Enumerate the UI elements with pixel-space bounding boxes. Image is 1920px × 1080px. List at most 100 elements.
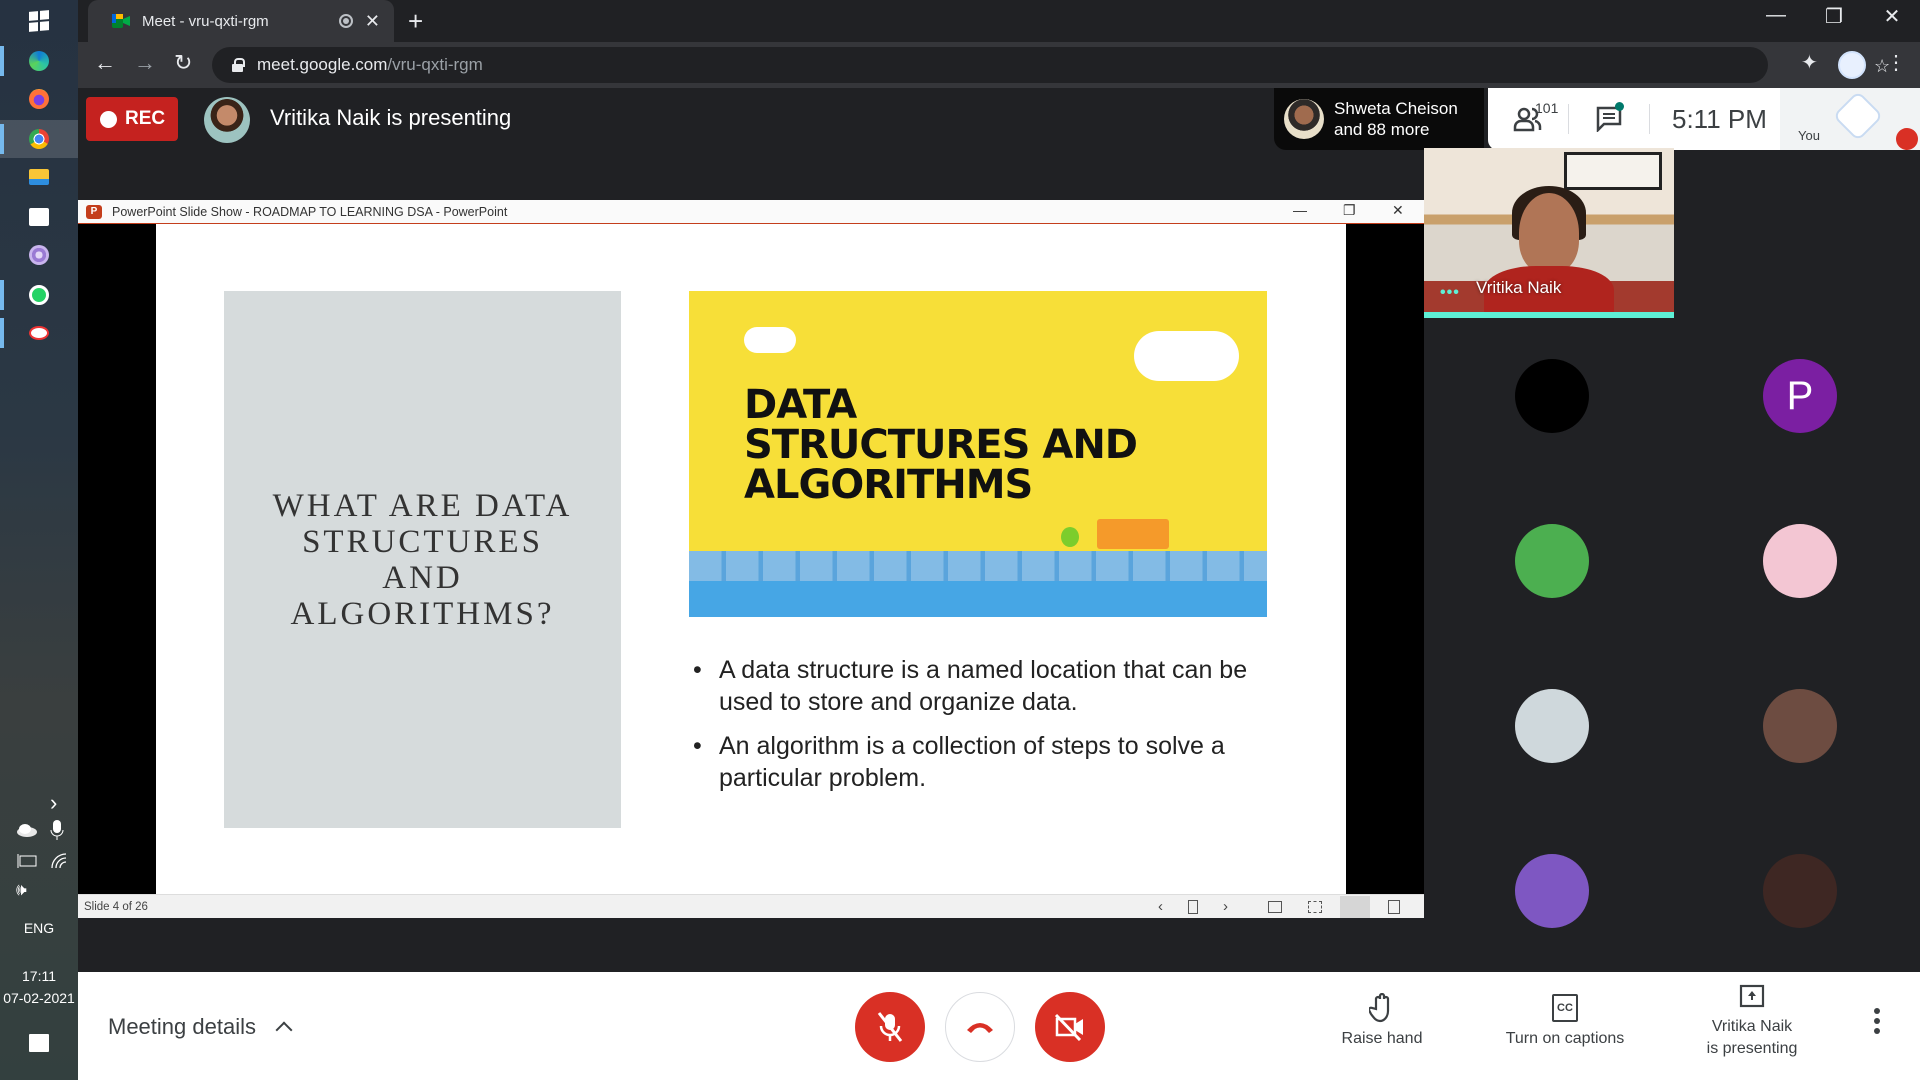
reload-button[interactable]: ↻ [174,50,192,76]
participant-avatar [1284,99,1324,139]
participant-name: Shweta Cheison [1334,99,1458,118]
boombox-icon [1097,519,1169,549]
coconut-drink-icon [1061,527,1079,547]
hang-up-icon [967,1023,993,1033]
participant-tile-avatar[interactable] [1763,689,1837,763]
camera-toggle-button[interactable] [1035,992,1105,1062]
new-tab-button[interactable]: + [408,6,423,37]
windows-start-button[interactable] [0,2,78,40]
window-minimize-button[interactable]: — [1751,4,1801,27]
folder-icon [29,169,49,185]
illustration-title-line: ALGORITHMS [744,462,1033,508]
url-host: meet.google.com [257,55,388,74]
participant-tile-avatar[interactable] [1515,854,1589,928]
microphone-toggle-button[interactable] [855,992,925,1062]
next-slide-button[interactable]: › [1223,898,1228,915]
volume-icon[interactable]: 🕪 [16,880,27,900]
ppt-restore-button[interactable]: ❐ [1343,202,1356,219]
ppt-minimize-button[interactable]: — [1293,202,1307,218]
store-icon [29,208,49,226]
taskbar-whatsapp[interactable] [0,276,78,314]
language-indicator[interactable]: ENG [0,920,78,936]
participant-tile-avatar[interactable] [1515,524,1589,598]
taskbar-firefox[interactable] [0,80,78,118]
cloud-icon [744,327,796,353]
clock-time[interactable]: 17:11 [0,968,78,984]
address-bar[interactable]: meet.google.com/vru-qxti-rgm ■ ☆ [212,47,1890,83]
extensions-icon[interactable]: ✦ [1801,50,1818,75]
window-maximize-button[interactable]: ❐ [1809,4,1859,29]
slideshow-view-icon[interactable] [1388,900,1400,914]
browser-toolbar: ← → ↻ meet.google.com/vru-qxti-rgm ■ ☆ ✦… [78,42,1920,88]
chrome-icon [29,129,49,149]
clock-date[interactable]: 07-02-2021 [0,990,78,1006]
onedrive-icon[interactable] [16,823,38,837]
illustration-title-line: STRUCTURES AND [744,422,1138,468]
forward-button[interactable]: → [134,50,156,76]
participant-tile-avatar[interactable] [1763,854,1837,928]
featured-participant-tile[interactable]: ••• Vritika Naik [1424,148,1674,314]
previous-slide-button[interactable]: ‹ [1158,898,1163,915]
reading-view-button[interactable] [1340,896,1370,918]
raise-hand-icon [1369,993,1390,1023]
rec-label: REC [125,108,166,129]
participant-tile-avatar[interactable]: P [1763,359,1837,433]
slide[interactable]: WHAT ARE DATA STRUCTURES AND ALGORITHMS?… [156,224,1346,894]
powerpoint-window-title: PowerPoint Slide Show - ROADMAP TO LEARN… [112,204,508,219]
participant-more: and 88 more [1334,120,1430,139]
whatsapp-icon [29,285,49,305]
browser-menu-icon[interactable]: ⋮ [1886,50,1906,75]
chat-button[interactable] [1569,102,1649,132]
wall-frame [1564,152,1662,190]
lock-icon[interactable] [232,58,245,72]
record-dot-icon [100,110,117,128]
present-screen-icon [1739,984,1765,1008]
present-now-button[interactable]: Vritika Naik is presenting [1677,978,1827,1060]
taskbar-file-explorer[interactable] [0,158,78,196]
taskbar-chrome[interactable] [0,120,78,158]
taskbar-tor-browser[interactable] [0,236,78,274]
speaking-indicator-icon: ••• [1440,284,1460,301]
tab-close-button[interactable]: ✕ [365,11,380,32]
microphone-icon[interactable] [50,820,64,842]
featured-participant-name: Vritika Naik [1476,278,1562,297]
participants-summary[interactable]: Shweta Cheison and 88 more [1274,88,1484,150]
leave-call-button[interactable] [945,992,1015,1062]
ppt-close-button[interactable]: ✕ [1392,202,1404,219]
grid-view-icon[interactable] [1308,901,1322,913]
tray-expand-icon[interactable]: › [50,790,57,816]
taskbar-store[interactable] [0,198,78,236]
participant-tile-avatar[interactable] [1763,524,1837,598]
normal-view-icon[interactable] [1268,901,1282,913]
tab-title: Meet - vru-qxti-rgm [142,12,269,30]
action-center-icon[interactable] [29,1034,49,1052]
captions-label: Turn on captions [1505,1030,1625,1047]
back-button[interactable]: ← [94,50,116,76]
url-text[interactable]: meet.google.com/vru-qxti-rgm [257,55,483,75]
browser-tab[interactable]: Meet - vru-qxti-rgm ✕ [88,0,394,42]
slide-counter: Slide 4 of 26 [84,900,148,913]
firefox-icon [29,89,49,109]
closed-captions-icon: CC [1552,994,1578,1022]
taskbar-snipping-tool[interactable] [0,314,78,352]
wifi-icon[interactable] [50,852,68,870]
participant-tile-avatar[interactable] [1515,359,1589,433]
slide-sorter-icon[interactable] [1188,900,1198,914]
captions-button[interactable]: CC Turn on captions [1485,990,1645,1050]
taskbar-edge[interactable] [0,42,78,80]
raise-hand-button[interactable]: Raise hand [1322,990,1442,1050]
profile-avatar[interactable] [1838,51,1866,79]
bullet-item: A data structure is a named location tha… [693,654,1278,718]
snipping-tool-icon [29,326,49,340]
meeting-clock: 5:11 PM [1672,103,1767,134]
cloud-icon [1134,331,1239,381]
self-view[interactable]: You [1780,88,1920,150]
battery-icon[interactable] [16,854,38,868]
slide-heading: WHAT ARE DATA STRUCTURES AND ALGORITHMS? [272,487,573,632]
meeting-details-button[interactable]: Meeting details [108,1014,293,1040]
bullet-item: An algorithm is a collection of steps to… [693,730,1278,794]
participant-tile-avatar[interactable] [1515,689,1589,763]
more-options-button[interactable] [1874,1008,1882,1034]
people-button[interactable]: 101 [1488,100,1568,132]
window-close-button[interactable]: ✕ [1867,4,1917,29]
